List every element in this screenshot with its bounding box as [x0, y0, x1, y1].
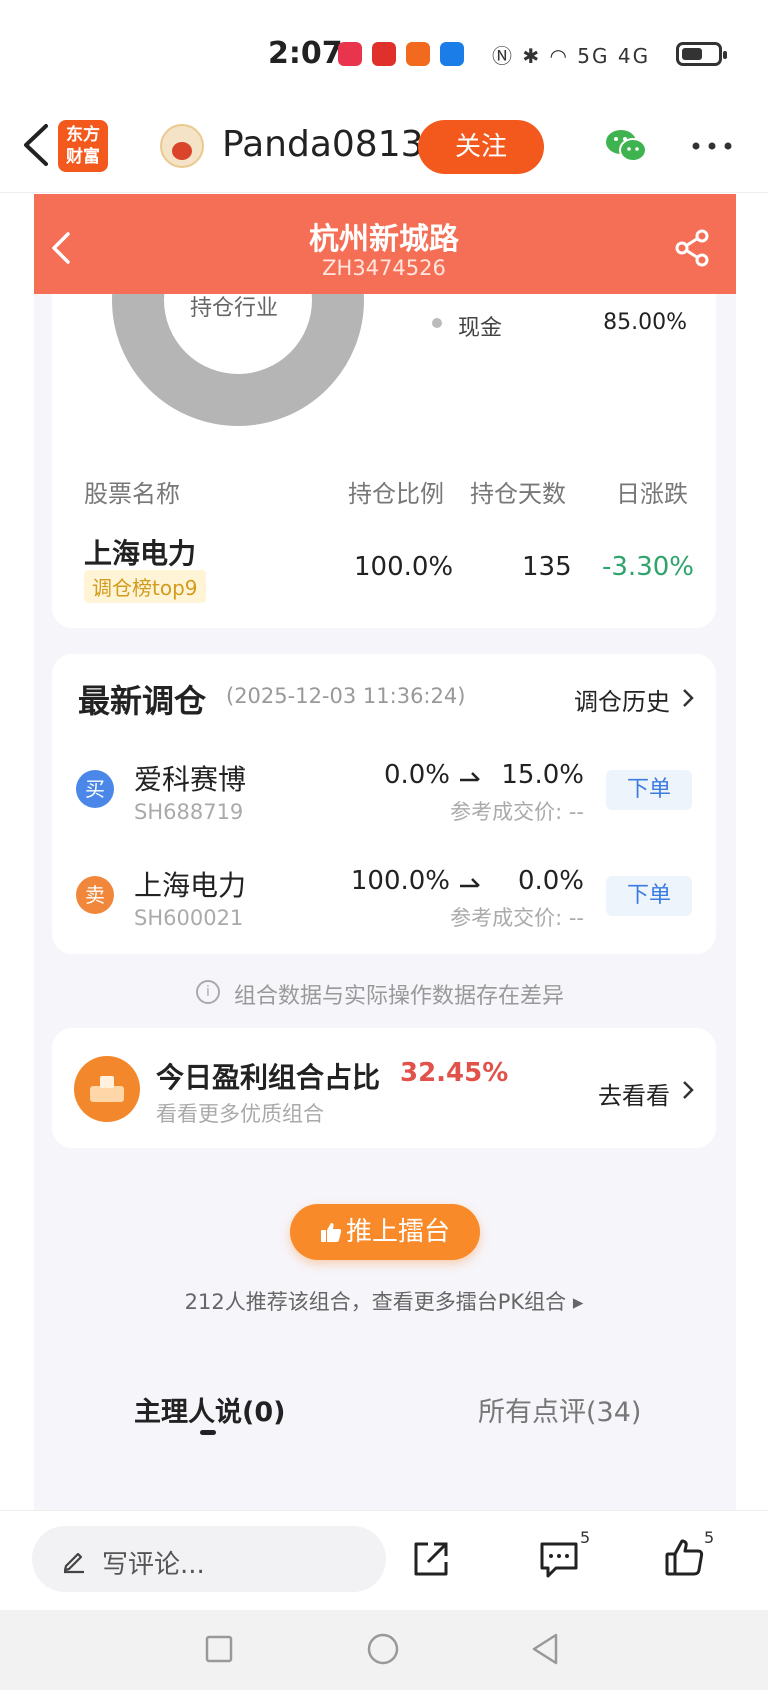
back-nav-icon[interactable] [530, 1632, 560, 1666]
back-icon[interactable] [18, 122, 54, 168]
brand-line2: 财富 [66, 147, 100, 167]
status-time: 2:07 [268, 36, 343, 71]
username[interactable]: Panda0813 [222, 124, 424, 165]
buy-badge: 买 [76, 770, 114, 808]
nav-divider [0, 192, 768, 193]
arrow-right-icon [460, 878, 480, 888]
push-arena-button[interactable]: 推上擂台 [290, 1204, 480, 1260]
wechat-icon[interactable] [604, 128, 648, 164]
holding-name[interactable]: 上海电力 [84, 532, 196, 572]
trade-name[interactable]: 上海电力 [134, 864, 246, 904]
trade-ref-price: 参考成交价: -- [450, 800, 584, 824]
chevron-right-icon[interactable] [682, 1080, 694, 1100]
follow-button[interactable]: 关注 [418, 120, 544, 174]
holding-days: 135 [522, 552, 572, 582]
profit-title: 今日盈利组合占比 [156, 1061, 381, 1094]
go-look-link[interactable]: 去看看 [598, 1076, 670, 1111]
donut-label: 持仓行业 [190, 296, 279, 321]
app-badge-3 [406, 42, 430, 66]
app-badge-1 [338, 42, 362, 66]
sell-badge: 卖 [76, 876, 114, 914]
trade-to: 15.0% [501, 760, 584, 790]
brand-line1: 东方 [66, 125, 100, 145]
trade-from: 100.0% [350, 866, 450, 896]
like-icon[interactable] [664, 1536, 706, 1578]
comments-area [34, 1440, 736, 1510]
adjust-time: (2025-12-03 11:36:24) [226, 684, 466, 708]
more-icon[interactable] [690, 140, 734, 152]
order-button[interactable]: 下单 [606, 770, 692, 810]
recent-apps-icon[interactable] [204, 1634, 234, 1664]
chevron-right-icon[interactable] [682, 688, 694, 708]
legend-name: 现金 [458, 316, 503, 341]
legend-dot-cash [432, 318, 442, 328]
comment-count: 5 [580, 1528, 591, 1547]
podium-icon [74, 1056, 140, 1122]
tab-manager-says[interactable]: 主理人说(0) [134, 1390, 285, 1429]
legend-value: 85.00% [603, 310, 687, 335]
data-notice: 组合数据与实际操作数据存在差异 [234, 984, 565, 1009]
nfc-icon: Ⓝ [492, 44, 514, 68]
pen-icon [63, 1552, 84, 1574]
wifi-icon: ◠ [549, 44, 569, 68]
order-button[interactable]: 下单 [606, 876, 692, 916]
header-ratio: 持仓比例 [348, 480, 444, 508]
trade-from: 0.0% [383, 760, 450, 790]
trade-ref-price: 参考成交价: -- [450, 906, 584, 930]
thumbs-up-icon [320, 1223, 342, 1242]
recommend-text[interactable]: 212人推荐该组合，查看更多擂台PK组合 ▸ [0, 1286, 768, 1316]
like-count: 5 [704, 1528, 715, 1547]
holding-ratio: 100.0% [354, 552, 454, 582]
header-change: 日涨跌 [616, 480, 688, 508]
tab-all-comments[interactable]: 所有点评(34) [478, 1390, 641, 1429]
holding-change: -3.30% [602, 552, 694, 582]
portfolio-title: 杭州新城路 [309, 222, 459, 257]
profit-value: 32.45% [400, 1058, 509, 1088]
tab-indicator [200, 1430, 216, 1435]
share-icon[interactable] [672, 228, 712, 268]
comment-placeholder[interactable]: 写评论... [102, 1544, 205, 1581]
portfolio-code: ZH3474526 [322, 256, 446, 280]
app-badge-4 [440, 42, 464, 66]
share-external-icon[interactable] [410, 1538, 452, 1580]
header-days: 持仓天数 [470, 480, 566, 508]
bluetooth-icon: ✱ [522, 44, 542, 68]
profit-subtitle: 看看更多优质组合 [156, 1102, 324, 1126]
push-label: 推上擂台 [345, 1217, 450, 1247]
comment-icon[interactable] [538, 1538, 580, 1580]
home-icon[interactable] [366, 1632, 400, 1666]
adjust-history-link[interactable]: 调仓历史 [574, 682, 670, 717]
arrow-right-icon [460, 772, 480, 782]
trade-code: SH600021 [134, 906, 244, 930]
header-stock-name: 股票名称 [84, 480, 180, 508]
adjust-title: 最新调仓 [78, 682, 207, 720]
holding-tag[interactable]: 调仓榜top9 [84, 570, 206, 603]
trade-name[interactable]: 爱科赛博 [134, 758, 246, 798]
signal-text: 5G 4G [577, 44, 651, 68]
avatar[interactable] [160, 124, 204, 168]
trade-code: SH688719 [134, 800, 244, 824]
network-icons: Ⓝ ✱ ◠ 5G 4G [492, 40, 650, 69]
info-icon: i [196, 980, 220, 1004]
app-badge-2 [372, 42, 396, 66]
app-logo[interactable]: 东方 财富 [58, 120, 108, 172]
battery-icon [676, 42, 727, 66]
trade-to: 0.0% [517, 866, 584, 896]
